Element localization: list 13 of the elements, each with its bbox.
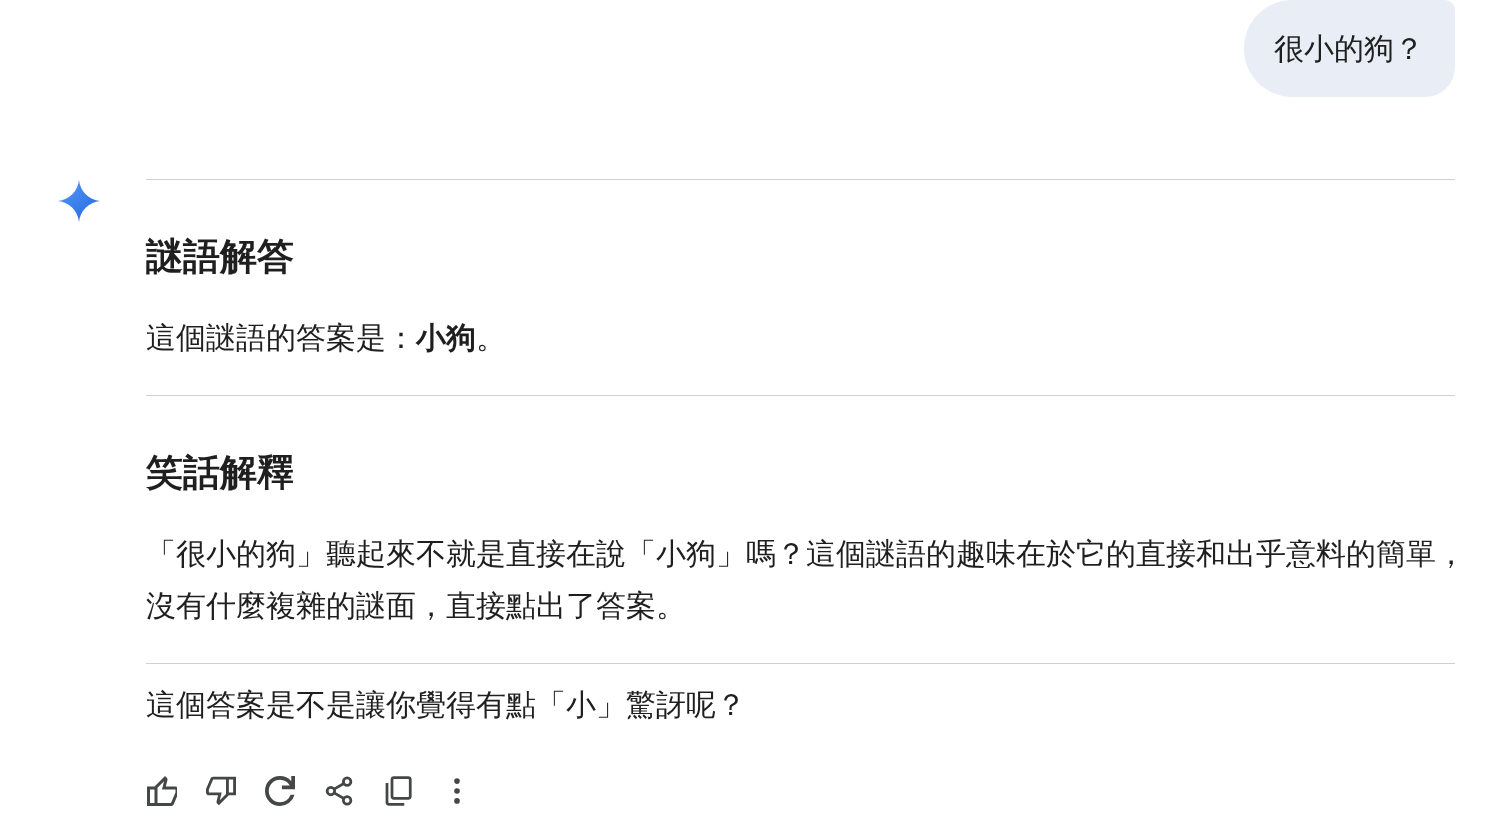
refresh-icon (265, 776, 295, 806)
paragraph: 「很小的狗」聽起來不就是直接在說「小狗」嗎？這個謎語的趣味在於它的直接和出乎意料的簡單，沒有什麼複雜的謎面，直接點出了答案。 (146, 536, 1467, 624)
thumbs-up-icon (147, 776, 177, 806)
more-vert-icon (453, 777, 461, 805)
user-message-bubble: 很小的狗？ (1244, 0, 1455, 97)
copy-icon (383, 776, 413, 806)
paragraph: 這個謎語的答案是：小狗。 (146, 320, 507, 356)
sparkle-icon (58, 180, 100, 222)
share-icon (324, 776, 354, 806)
thumbs-down-icon (206, 776, 236, 806)
section-heading: 謎語解答 (146, 235, 295, 279)
closing-question: 這個答案是不是讓你覺得有點「小」驚訝呢？ (146, 687, 747, 723)
section-heading: 笑話解釋 (146, 451, 295, 495)
